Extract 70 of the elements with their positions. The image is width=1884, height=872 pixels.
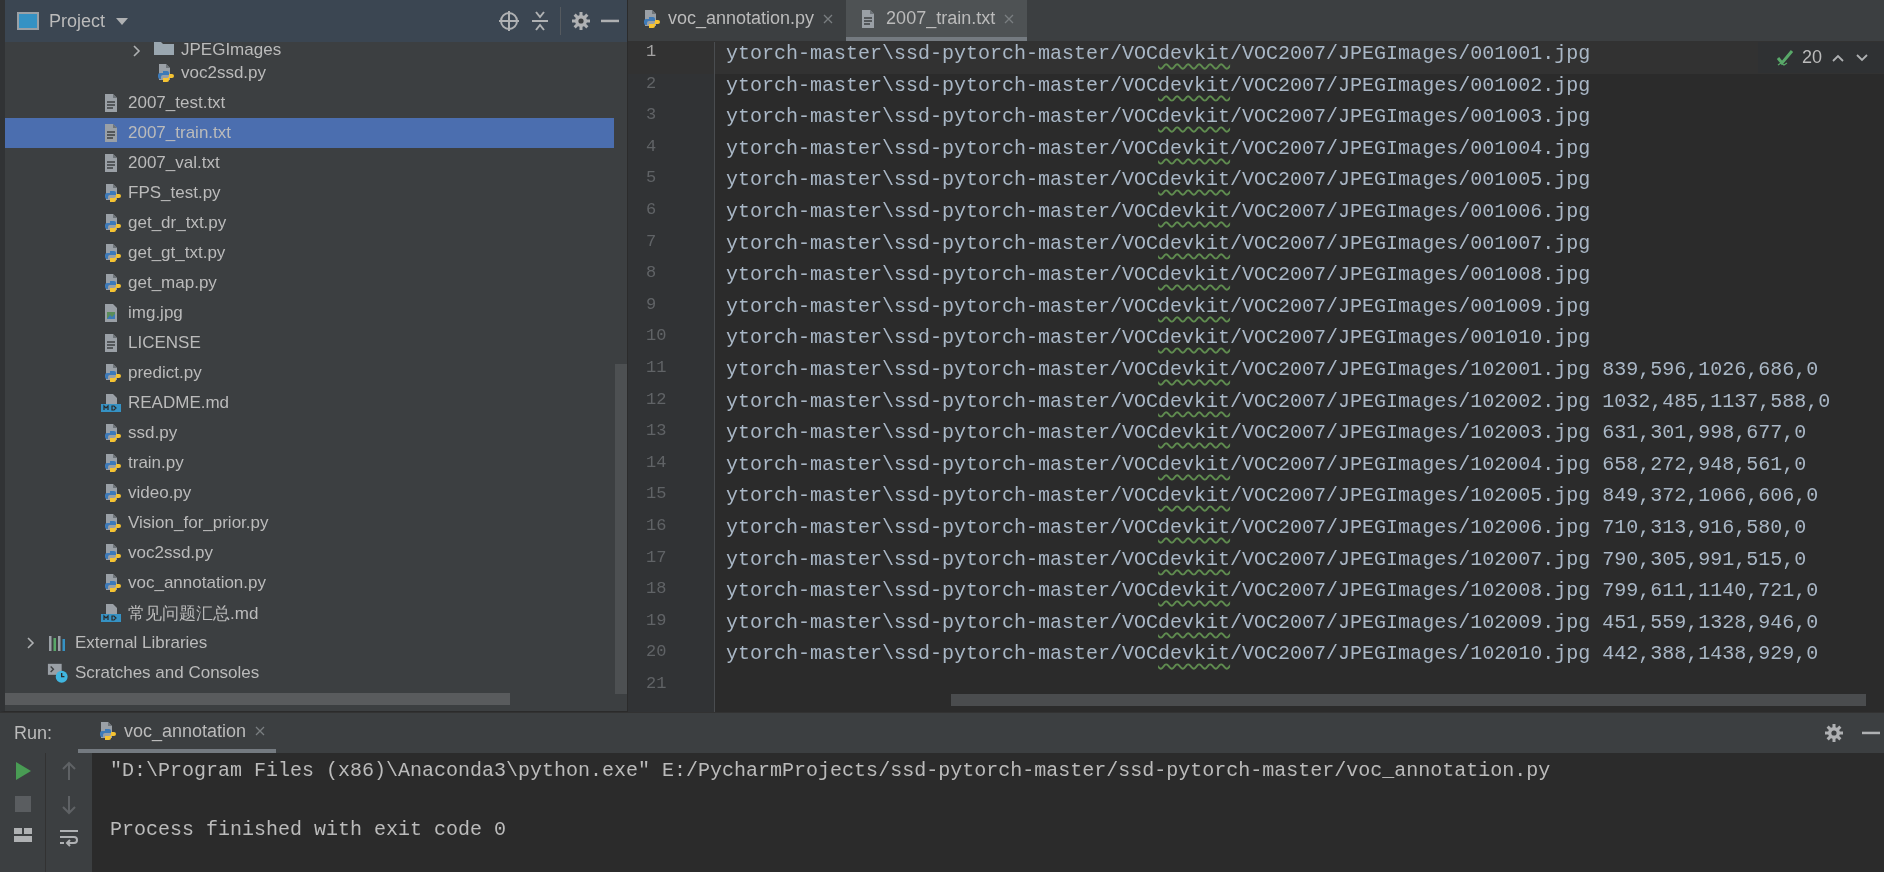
settings-icon[interactable] [571,11,591,31]
code-line: ytorch-master\ssd-pytorch-master/VOCdevkit/VOC2007/JPEGImages/001008.jpg [726,263,1591,287]
collapse-all-icon[interactable] [530,10,550,32]
tree-item[interactable]: get_dr_txt.py [5,208,614,238]
editor-tab[interactable]: voc_annotation.py [628,0,847,41]
code-line: ytorch-master\ssd-pytorch-master/VOCdevkit/VOC2007/JPEGImages/001004.jpg [726,136,1591,160]
tree-item[interactable]: voc_annotation.py [5,568,614,598]
close-icon[interactable] [254,725,267,737]
scrollbar[interactable] [5,693,510,705]
tree-item[interactable]: ssd.py [5,418,614,448]
close-icon[interactable] [822,12,835,25]
tree-item[interactable]: 常见问题汇总.md [5,598,614,628]
layout-icon[interactable] [12,827,33,843]
run-icon[interactable] [13,761,32,781]
code-line: ytorch-master\ssd-pytorch-master/VOCdevkit/VOC2007/JPEGImages/001001.jpg [726,42,1591,65]
code-line: ytorch-master\ssd-pytorch-master/VOCdevkit/VOC2007/JPEGImages/001006.jpg [726,199,1591,223]
console-line: Process finished with exit code 0 [110,818,507,841]
editor-tab[interactable]: 2007_train.txt [846,0,1028,41]
tree-item[interactable]: FPS_test.py [5,178,614,208]
window-icon [17,11,39,31]
soft-wrap-icon[interactable] [58,829,79,847]
code-line: ytorch-master\ssd-pytorch-master/VOCdevkit/VOC2007/JPEGImages/001009.jpg [726,294,1591,318]
tree-item[interactable]: get_map.py [5,268,614,298]
panel-title: Run: [14,722,53,744]
tree-item[interactable]: README.md [5,388,614,418]
tree-item[interactable]: 2007_val.txt [5,148,614,178]
scrollbar[interactable] [615,364,627,694]
code-line: ytorch-master\ssd-pytorch-master/VOCdevkit/VOC2007/JPEGImages/102009.jpg 451,559,1328,946,0 [726,610,1819,634]
markdown-file-icon [100,393,122,413]
tree-item[interactable]: JPEGImages [5,42,614,58]
code-line: ytorch-master\ssd-pytorch-master/VOCdevkit/VOC2007/JPEGImages/102010.jpg 442,388,1438,929,0 [726,642,1819,666]
tree-item[interactable]: 2007_test.txt [5,88,614,118]
tree-item[interactable]: img.jpg [5,298,614,328]
code-line: ytorch-master\ssd-pytorch-master/VOCdevkit/VOC2007/JPEGImages/102008.jpg 799,611,1140,721,0 [726,579,1819,603]
console-line: "D:\Program Files (x86)\Anaconda3\python.exe" E:/PycharmProjects/ssd-pytorch-master/ssd-pytorch-master/voc_annotation.py [110,759,1551,782]
scratches-icon [47,662,69,684]
code-line: ytorch-master\ssd-pytorch-master/VOCdevkit/VOC2007/JPEGImages/001005.jpg [726,168,1591,192]
tree-item[interactable]: LICENSE [5,328,614,358]
code-line: ytorch-master\ssd-pytorch-master/VOCdevkit/VOC2007/JPEGImages/001002.jpg [726,73,1591,97]
tree-item[interactable]: train.py [5,448,614,478]
settings-icon[interactable] [1824,723,1844,743]
code-line: ytorch-master\ssd-pytorch-master/VOCdevkit/VOC2007/JPEGImages/001007.jpg [726,231,1591,255]
code-line: ytorch-master\ssd-pytorch-master/VOCdevkit/VOC2007/JPEGImages/102006.jpg 710,313,916,580,0 [726,515,1807,539]
minimize-icon[interactable] [1862,731,1880,735]
crosshair-icon[interactable] [498,10,520,32]
code-line: ytorch-master\ssd-pytorch-master/VOCdevkit/VOC2007/JPEGImages/102001.jpg 839,596,1026,686,0 [726,357,1819,381]
minimize-icon[interactable] [601,19,619,23]
tree-item[interactable]: voc2ssd.py [5,538,614,568]
panel-title: Project [49,10,106,32]
code-line: ytorch-master\ssd-pytorch-master/VOCdevkit/VOC2007/JPEGImages/102007.jpg 790,305,991,515,0 [726,547,1807,571]
tree-item[interactable]: Vision_for_prior.py [5,508,614,538]
code-line: ytorch-master\ssd-pytorch-master/VOCdevkit/VOC2007/JPEGImages/102005.jpg 849,372,1066,606,0 [726,484,1819,508]
code-line: ytorch-master\ssd-pytorch-master/VOCdevkit/VOC2007/JPEGImages/001003.jpg [726,105,1591,129]
tree-item[interactable]: voc2ssd.py [5,58,614,88]
scrollbar[interactable] [951,694,1866,706]
check-icon[interactable] [1775,48,1794,67]
tree-item[interactable]: predict.py [5,358,614,388]
chevron-down-icon[interactable] [1854,51,1870,64]
markdown-file-icon [100,603,122,623]
dropdown-caret-icon[interactable] [115,16,130,26]
code-line: ytorch-master\ssd-pytorch-master/VOCdevkit/VOC2007/JPEGImages/102003.jpg 631,301,998,677,0 [726,421,1807,445]
tree-item[interactable]: video.py [5,478,614,508]
tree-item[interactable]: get_gt_txt.py [5,238,614,268]
line-number: 1 [646,42,657,61]
tree-item[interactable]: Scratches and Consoles [5,658,614,688]
tree-item[interactable]: External Libraries [5,628,614,658]
code-line: ytorch-master\ssd-pytorch-master/VOCdevkit/VOC2007/JPEGImages/001010.jpg [726,326,1591,350]
problem-count: 20 [1801,47,1822,68]
code-line: ytorch-master\ssd-pytorch-master/VOCdevkit/VOC2007/JPEGImages/102002.jpg 1032,485,1137,588,0 [726,389,1831,413]
code-line: ytorch-master\ssd-pytorch-master/VOCdevkit/VOC2007/JPEGImages/102004.jpg 658,272,948,561,0 [726,452,1807,476]
